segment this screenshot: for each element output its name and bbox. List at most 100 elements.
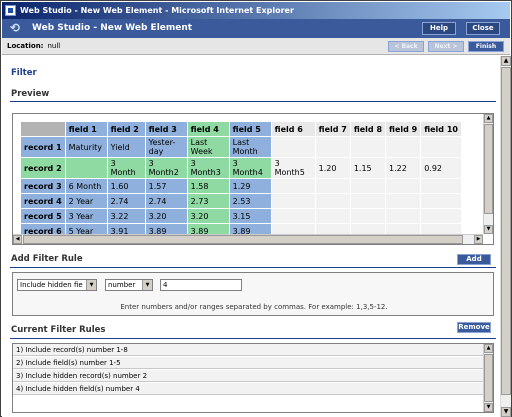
table-cell: 3.15	[228, 208, 272, 224]
scroll-thumb[interactable]	[484, 354, 493, 402]
table-cell: 3 Month2	[144, 157, 188, 179]
table-cell: 6 Month	[64, 178, 108, 194]
rules-list: 1) Include record(s) number 1-8 2) Inclu…	[12, 343, 494, 413]
list-item[interactable]: 2) Include field(s) number 1-5	[13, 357, 483, 369]
rule-hint-text: Enter numbers and/or ranges separated by…	[120, 303, 388, 311]
column-header: field 7	[314, 121, 351, 137]
table-cell	[349, 136, 387, 158]
scroll-thumb[interactable]	[484, 124, 493, 214]
table-row: record 5 3 Year 3.22 3.20 3.20 3.15	[20, 208, 462, 224]
back-button[interactable]: < Back	[388, 41, 424, 52]
list-item[interactable]: 3) Include hidden record(s) number 2	[13, 370, 483, 382]
ie-icon	[5, 5, 16, 16]
table-cell	[314, 193, 351, 209]
table-cell	[349, 178, 387, 194]
app-title: Web Studio - New Web Element	[32, 23, 193, 33]
add-button[interactable]: Add	[457, 254, 491, 265]
rule-type-value: Include hidden fie	[20, 281, 83, 289]
list-item[interactable]: 4) Include hidden field(s) number 4	[13, 383, 483, 395]
column-header: field 4	[186, 121, 230, 137]
location-label: Location:	[7, 42, 44, 50]
scroll-up-arrow-icon[interactable]: ▲	[484, 344, 493, 353]
row-header: record 3	[20, 178, 66, 194]
browser-window: Web Studio - New Web Element - Microsoft…	[0, 0, 512, 417]
table-cell: 3.20	[186, 208, 230, 224]
table-cell	[349, 193, 387, 209]
page-vertical-scrollbar[interactable]: ▲ ▼	[500, 56, 511, 417]
remove-button[interactable]: Remove	[457, 322, 491, 333]
preview-vertical-scrollbar[interactable]: ▲ ▼	[483, 114, 493, 234]
table-cell	[420, 136, 462, 158]
scroll-up-arrow-icon[interactable]: ▲	[501, 56, 511, 66]
table-cell	[385, 178, 422, 194]
row-header: record 4	[20, 193, 66, 209]
preview-title: Preview	[11, 89, 50, 99]
table-cell: 3 Year	[64, 208, 108, 224]
table-cell	[314, 136, 351, 158]
scroll-down-arrow-icon[interactable]: ▼	[484, 403, 493, 412]
web-studio-logo-icon: ⟲	[10, 21, 21, 35]
scroll-right-arrow-icon[interactable]: ▶	[474, 235, 483, 244]
table-row: record 1 Maturity Yield Yester-day Last …	[20, 136, 462, 158]
table-cell: 1.15	[349, 157, 387, 179]
column-header: field 9	[385, 121, 422, 137]
table-cell: 3.20	[144, 208, 188, 224]
rule-mode-value: number	[108, 281, 136, 289]
column-header: field 2	[106, 121, 146, 137]
preview-table: field 1 field 2 field 3 field 4 field 5 …	[20, 121, 462, 239]
next-button[interactable]: Next >	[428, 41, 464, 52]
table-cell: 0.92	[420, 157, 462, 179]
close-button[interactable]: Close	[466, 22, 500, 35]
scroll-thumb[interactable]	[23, 235, 463, 244]
preview-horizontal-scrollbar[interactable]: ◀ ▶	[13, 234, 483, 244]
table-cell: 3 Month	[106, 157, 146, 179]
table-cell: 2.74	[106, 193, 146, 209]
rule-type-select[interactable]: Include hidden fie ▼	[17, 279, 97, 291]
scroll-up-arrow-icon[interactable]: ▲	[484, 114, 493, 123]
table-cell: 3 Month5	[270, 157, 316, 179]
location-bar: Location: null < Back Next > Finish	[2, 38, 510, 55]
table-cell: Yield	[106, 136, 146, 158]
main-content: Filter Preview field 1 field 2 field 3 f…	[2, 56, 500, 417]
table-cell	[314, 208, 351, 224]
chevron-down-icon[interactable]: ▼	[142, 280, 152, 290]
table-corner	[20, 121, 66, 137]
table-cell: 1.58	[186, 178, 230, 194]
column-header: field 1	[64, 121, 108, 137]
table-cell: 3 Month3	[186, 157, 230, 179]
table-cell	[385, 193, 422, 209]
table-cell	[64, 157, 108, 179]
rule-mode-select[interactable]: number ▼	[105, 279, 153, 291]
chevron-down-icon[interactable]: ▼	[86, 280, 96, 290]
scroll-thumb[interactable]	[501, 67, 511, 395]
add-rule-panel: Include hidden fie ▼ number ▼ 4 Enter nu…	[12, 272, 494, 316]
table-cell: 2.53	[228, 193, 272, 209]
list-item[interactable]: 1) Include record(s) number 1-8	[13, 344, 483, 356]
scroll-down-arrow-icon[interactable]: ▼	[501, 407, 511, 417]
table-cell: Last Week	[186, 136, 230, 158]
table-cell	[270, 178, 316, 194]
table-cell	[270, 136, 316, 158]
table-cell: Yester-day	[144, 136, 188, 158]
preview-panel: field 1 field 2 field 3 field 4 field 5 …	[12, 113, 494, 245]
column-header: field 10	[420, 121, 462, 137]
window-title: Web Studio - New Web Element - Microsoft…	[20, 6, 294, 15]
table-row: record 3 6 Month 1.60 1.57 1.58 1.29	[20, 178, 462, 194]
table-cell	[385, 208, 422, 224]
table-cell: Maturity	[64, 136, 108, 158]
table-cell	[270, 208, 316, 224]
table-cell	[420, 193, 462, 209]
scroll-left-arrow-icon[interactable]: ◀	[13, 235, 22, 244]
rules-vertical-scrollbar[interactable]: ▲ ▼	[483, 344, 493, 412]
table-cell: 2.74	[144, 193, 188, 209]
help-button[interactable]: Help	[422, 22, 456, 35]
table-cell	[314, 178, 351, 194]
scroll-down-arrow-icon[interactable]: ▼	[484, 225, 493, 234]
finish-button[interactable]: Finish	[468, 41, 504, 52]
table-cell	[420, 208, 462, 224]
row-header: record 2	[20, 157, 66, 179]
table-cell: Last Month	[228, 136, 272, 158]
table-cell	[349, 208, 387, 224]
rule-value-input[interactable]: 4	[160, 279, 242, 291]
current-rules-title: Current Filter Rules	[11, 325, 106, 335]
